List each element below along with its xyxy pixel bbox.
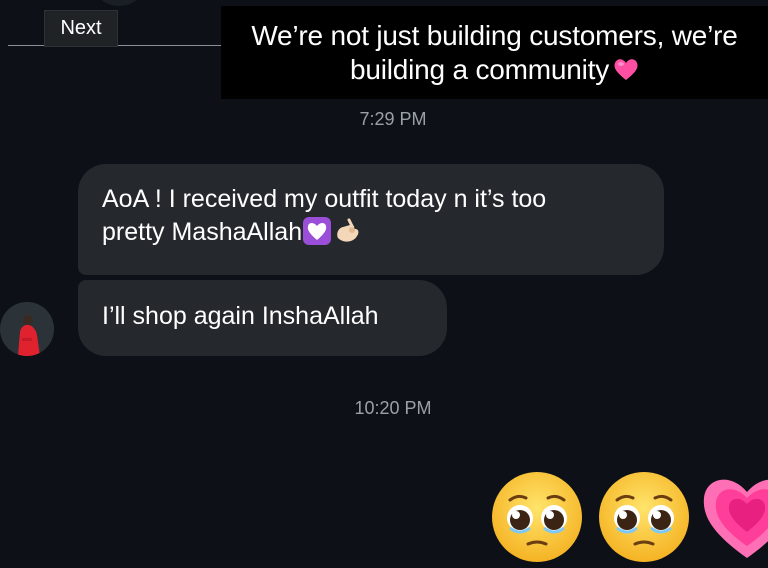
- message-text-line-1: AoA ! I received my outfit today n it’s …: [102, 185, 547, 213]
- pink-heart-icon: [614, 58, 638, 80]
- message-bubble[interactable]: AoA ! I received my outfit today n it’s …: [78, 164, 664, 275]
- next-button[interactable]: Next: [44, 10, 118, 47]
- caption-text: We’re not just building customers, we’re…: [235, 19, 755, 87]
- message-bubble[interactable]: I’ll shop again InshaAllah: [78, 280, 447, 356]
- caption-line-2: building a community: [349, 53, 610, 85]
- divider-left: [8, 45, 44, 46]
- partial-avatar: [98, 0, 140, 6]
- timestamp: 10:20 PM: [354, 398, 432, 418]
- pleading-face-icon[interactable]: [490, 470, 584, 564]
- caption-line-1: We’re not just building customers, we’re: [251, 19, 738, 51]
- avatar[interactable]: [0, 302, 54, 356]
- growing-heart-icon[interactable]: [702, 470, 768, 560]
- divider-right: [118, 45, 222, 46]
- caption-banner: We’re not just building customers, we’re…: [221, 6, 768, 99]
- message-text-line-2: pretty MashaAllah: [102, 218, 303, 246]
- message-text: I’ll shop again InshaAllah: [102, 302, 379, 330]
- timestamp: 7:29 PM: [359, 109, 427, 129]
- avatar-photo: [0, 302, 54, 356]
- heart-with-ribbon-icon: [303, 217, 332, 245]
- ok-hand-icon: [337, 218, 359, 242]
- pleading-face-icon[interactable]: [597, 470, 691, 564]
